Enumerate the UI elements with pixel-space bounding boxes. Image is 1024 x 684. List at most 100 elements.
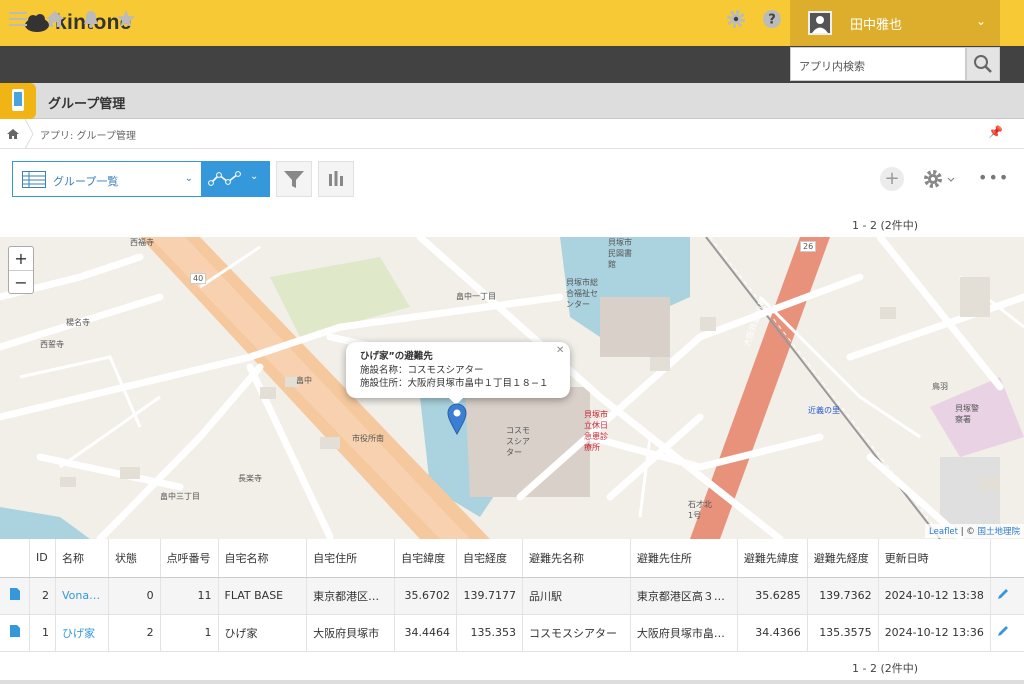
mobile-app-icon (12, 89, 24, 111)
column-header[interactable]: 自宅住所 (306, 539, 396, 578)
column-header[interactable]: ID (29, 539, 56, 578)
chevron-down-icon: ⌄ (975, 14, 986, 28)
map-label: 石才北1号 (688, 500, 712, 520)
add-record-button[interactable]: + (880, 167, 904, 191)
column-header[interactable]: 更新日時 (878, 539, 991, 578)
graph-menu-button[interactable]: ⌄ (202, 161, 270, 197)
zoom-out-button[interactable]: − (9, 271, 33, 295)
column-header[interactable]: 点呼番号 (160, 539, 219, 578)
view-selector[interactable]: グループ一覧 ⌄ (12, 161, 202, 197)
map-label: 近義の里 (808, 406, 840, 415)
column-header-blank (0, 539, 31, 578)
cell-shelter-lat: 35.6285 (737, 577, 808, 615)
map-label: 畠中三丁目 (160, 492, 200, 501)
chevron-down-icon: ⌄ (250, 171, 259, 182)
cell-name-link[interactable]: Vonag… (55, 577, 109, 615)
home-icon[interactable] (6, 127, 20, 141)
breadcrumb-separator-icon (24, 119, 34, 149)
cell-rollcall: 11 (160, 577, 219, 615)
filter-button[interactable] (276, 161, 312, 197)
table-view-icon (22, 171, 46, 188)
record-detail-button[interactable] (0, 577, 31, 615)
popup-facility-name: 施設名称：コスモスシアター (360, 364, 484, 376)
search-button[interactable] (966, 47, 1000, 81)
column-header[interactable]: 避難先緯度 (737, 539, 808, 578)
cell-rollcall: 1 (160, 614, 219, 652)
map-popup: ひげ家”の避難先 施設名称：コスモスシアター 施設住所：大阪府貝塚市畠中１丁目１… (346, 342, 570, 398)
map-label: 楊名寺 (66, 318, 90, 327)
pencil-icon (997, 626, 1008, 636)
graph-button[interactable] (318, 161, 354, 197)
cell-name-link[interactable]: ひげ家 (55, 614, 109, 652)
home-icon[interactable] (44, 8, 66, 30)
app-icon[interactable] (0, 83, 36, 119)
popup-facility-address: 施設住所：大阪府貝塚市畠中１丁目１８−１ (360, 378, 549, 389)
app-settings-button[interactable] (923, 169, 955, 193)
cell-home-address: 東京都港区南… (306, 577, 396, 615)
column-header[interactable]: 避難先名称 (522, 539, 631, 578)
cell-id: 1 (29, 614, 56, 652)
map-label: 畠中 (296, 376, 312, 385)
cell-home-lng: 135.353 (456, 614, 523, 652)
app-header (0, 83, 1024, 119)
column-header[interactable]: 自宅緯度 (394, 539, 458, 578)
edit-button[interactable] (990, 577, 1024, 615)
column-header-blank (990, 539, 1024, 578)
column-header[interactable]: 避難先住所 (630, 539, 738, 578)
cell-home-name: FLAT BASE (218, 577, 308, 615)
leaflet-link[interactable]: Leaflet (929, 527, 958, 537)
attribution-separator: | © (958, 527, 978, 537)
map-label: 市役所南 (352, 434, 384, 443)
column-header[interactable]: 自宅名称 (218, 539, 308, 578)
gear-icon[interactable] (725, 8, 747, 30)
road-number: 26 (800, 241, 817, 252)
document-icon (9, 588, 20, 600)
bar-chart-icon (329, 171, 343, 186)
footer-bar (0, 680, 1024, 684)
gsi-link[interactable]: 国土地理院 (977, 527, 1020, 537)
user-menu[interactable]: 田中雅也 ⌄ (790, 0, 1000, 46)
map-attribution: Leaflet | © 国土地理院 (925, 524, 1024, 538)
more-options-icon[interactable]: ••• (978, 168, 1009, 187)
cell-status: 0 (108, 577, 161, 615)
search-input[interactable]: アプリ内検索 (790, 47, 966, 81)
map-label: 西誓寺 (40, 340, 64, 349)
edit-button[interactable] (990, 614, 1024, 652)
table-row: 2 Vonag… 0 11 FLAT BASE 東京都港区南… 35.6702 … (0, 577, 1024, 615)
table-row: 1 ひげ家 2 1 ひげ家 大阪府貝塚市 34.4464 135.353 コスモ… (0, 614, 1024, 652)
line-graph-icon (208, 171, 241, 186)
cell-home-lng: 139.7177 (456, 577, 523, 615)
records-table: ID 名称 状態 点呼番号 自宅名称 自宅住所 自宅緯度 自宅経度 避難先名称 … (0, 539, 1024, 652)
breadcrumb-app[interactable]: アプリ: グループ管理 (40, 127, 136, 142)
gear-icon (924, 170, 955, 188)
svg-text:?: ? (768, 13, 776, 28)
record-detail-button[interactable] (0, 614, 31, 652)
app-title[interactable]: グループ管理 (48, 93, 125, 112)
pencil-icon (997, 589, 1008, 599)
cell-shelter-address: 東京都港区高３丁… (630, 577, 738, 615)
document-icon (9, 625, 20, 637)
column-header[interactable]: 名称 (55, 539, 109, 578)
star-icon[interactable] (115, 8, 137, 30)
column-header[interactable]: 自宅経度 (456, 539, 523, 578)
column-header[interactable]: 状態 (108, 539, 161, 578)
zoom-in-button[interactable]: + (9, 247, 33, 271)
popup-title: ひげ家”の避難先 (360, 351, 433, 362)
column-header[interactable]: 避難先経度 (807, 539, 879, 578)
cell-home-lat: 35.6702 (394, 577, 458, 615)
header-bar: kintone 田中雅也 ⌄ (0, 0, 1024, 46)
pin-icon[interactable]: 📌 (988, 125, 1003, 139)
cell-shelter-name: コスモスシアター (522, 614, 631, 652)
menu-icon[interactable] (8, 8, 30, 30)
bell-icon[interactable] (80, 8, 102, 30)
cell-home-address: 大阪府貝塚市 (306, 614, 396, 652)
map-label: 長楽寺 (238, 474, 262, 483)
close-icon[interactable]: ✕ (556, 345, 564, 356)
zoom-control: + − (8, 246, 34, 294)
cell-updated: 2024-10-12 13:36 (878, 614, 991, 652)
map-marker-icon[interactable] (447, 403, 467, 435)
chevron-down-icon: ⌄ (184, 173, 193, 184)
map-label: 貝塚市立休日急患診療所 (584, 410, 608, 452)
help-icon[interactable]: ? (761, 8, 783, 30)
cell-home-lat: 34.4464 (394, 614, 458, 652)
